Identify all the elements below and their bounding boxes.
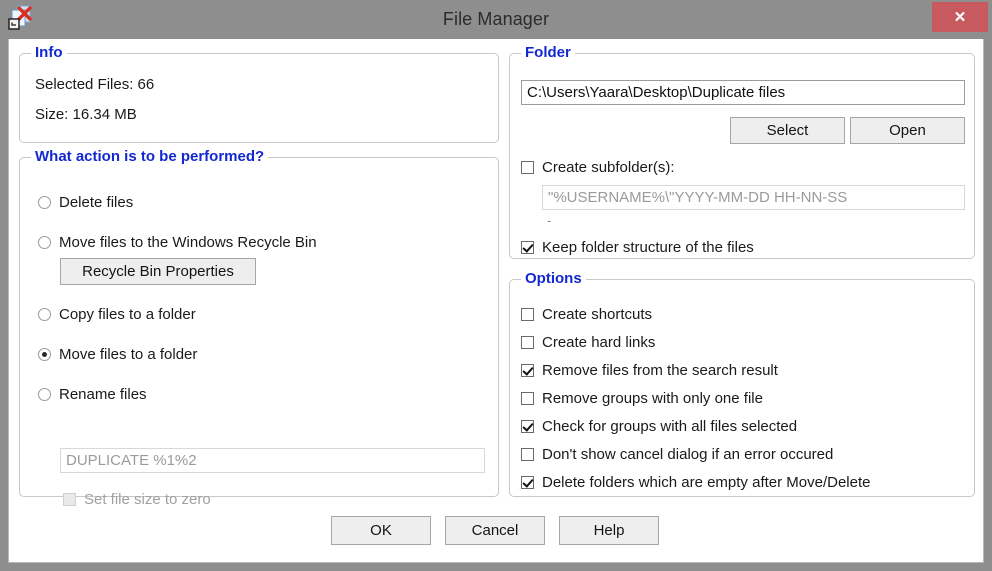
checkbox-label: Remove groups with only one file [542, 390, 763, 407]
option-create-shortcuts[interactable]: Create shortcuts [521, 306, 652, 323]
radio-label: Move files to a folder [59, 346, 198, 363]
help-button[interactable]: Help [559, 516, 659, 545]
checkbox-label: Don't show cancel dialog if an error occ… [542, 446, 834, 463]
close-button[interactable]: ✕ [932, 2, 988, 32]
file-delete-icon [6, 4, 36, 32]
radio-move-to-folder[interactable]: Move files to a folder [38, 346, 197, 363]
checkbox-label: Create hard links [542, 334, 656, 351]
rename-pattern-input[interactable]: DUPLICATE %1%2 [60, 448, 485, 473]
folder-path-input[interactable]: C:\Users\Yaara\Desktop\Duplicate files [521, 80, 965, 105]
set-file-size-zero-checkbox[interactable]: Set file size to zero [63, 491, 211, 508]
checkbox-indicator[interactable] [521, 241, 534, 254]
keep-folder-structure-checkbox[interactable]: Keep folder structure of the files [521, 239, 754, 256]
radio-indicator[interactable] [38, 236, 51, 249]
radio-label: Move files to the Windows Recycle Bin [59, 234, 317, 251]
create-subfolders-checkbox[interactable]: Create subfolder(s): [521, 159, 675, 176]
checkbox-label: Create shortcuts [542, 306, 653, 323]
selected-files-text: Selected Files: 66 [35, 76, 155, 93]
subfolder-pattern-input[interactable]: "%USERNAME%\"YYYY-MM-DD HH-NN-SS [542, 185, 965, 210]
recycle-bin-properties-button[interactable]: Recycle Bin Properties [60, 258, 256, 285]
radio-delete-files[interactable]: Delete files [38, 194, 133, 211]
option-remove-groups-with-one-file[interactable]: Remove groups with only one file [521, 390, 763, 407]
checkbox-indicator[interactable] [63, 493, 76, 506]
radio-indicator[interactable] [38, 196, 51, 209]
checkbox-indicator[interactable] [521, 364, 534, 377]
checkbox-indicator[interactable] [521, 392, 534, 405]
checkbox-indicator[interactable] [521, 448, 534, 461]
window-title: File Manager [442, 9, 550, 29]
folder-group: Folder C:\Users\Yaara\Desktop\Duplicate … [509, 44, 975, 259]
checkbox-label: Keep folder structure of the files [542, 239, 754, 256]
checkbox-label: Check for groups with all files selected [542, 418, 798, 435]
action-group: What action is to be performed? Delete f… [19, 148, 499, 508]
file-manager-window: File Manager ✕ Info Selected Files: 66 S… [0, 0, 992, 571]
option-dont-show-cancel-dialog[interactable]: Don't show cancel dialog if an error occ… [521, 446, 833, 463]
checkbox-indicator[interactable] [521, 420, 534, 433]
option-check-groups-all-files-selected[interactable]: Check for groups with all files selected [521, 418, 797, 435]
radio-indicator[interactable] [38, 388, 51, 401]
options-group-legend: Options [521, 270, 586, 287]
action-group-legend: What action is to be performed? [31, 148, 269, 165]
checkbox-indicator[interactable] [521, 336, 534, 349]
checkbox-label: Set file size to zero [84, 491, 211, 508]
checkbox-indicator[interactable] [521, 308, 534, 321]
open-folder-button[interactable]: Open [850, 117, 965, 144]
radio-move-to-recycle-bin[interactable]: Move files to the Windows Recycle Bin [38, 234, 317, 251]
checkbox-label: Create subfolder(s): [542, 159, 675, 176]
ok-button[interactable]: OK [331, 516, 431, 545]
radio-rename-files[interactable]: Rename files [38, 386, 147, 403]
select-folder-button[interactable]: Select [730, 117, 845, 144]
radio-label: Copy files to a folder [59, 306, 196, 323]
radio-label: Rename files [59, 386, 147, 403]
radio-copy-to-folder[interactable]: Copy files to a folder [38, 306, 196, 323]
radio-indicator[interactable] [38, 308, 51, 321]
checkbox-indicator[interactable] [521, 161, 534, 174]
dialog-client-area: Info Selected Files: 66 Size: 16.34 MB W… [8, 39, 984, 563]
checkbox-indicator[interactable] [521, 476, 534, 489]
info-group-legend: Info [31, 44, 67, 61]
info-group: Info Selected Files: 66 Size: 16.34 MB [19, 44, 499, 143]
title-bar: File Manager ✕ [0, 0, 992, 39]
checkbox-label: Remove files from the search result [542, 362, 778, 379]
option-delete-empty-folders[interactable]: Delete folders which are empty after Mov… [521, 474, 870, 491]
checkbox-label: Delete folders which are empty after Mov… [542, 474, 871, 491]
radio-indicator[interactable] [38, 348, 51, 361]
cancel-button[interactable]: Cancel [445, 516, 545, 545]
total-size-text: Size: 16.34 MB [35, 106, 137, 123]
option-remove-files-from-search-result[interactable]: Remove files from the search result [521, 362, 778, 379]
radio-label: Delete files [59, 194, 134, 211]
subfolder-separator-text: - [547, 213, 552, 228]
folder-group-legend: Folder [521, 44, 575, 61]
option-create-hard-links[interactable]: Create hard links [521, 334, 655, 351]
options-group: Options Create shortcuts Create hard lin… [509, 270, 975, 497]
